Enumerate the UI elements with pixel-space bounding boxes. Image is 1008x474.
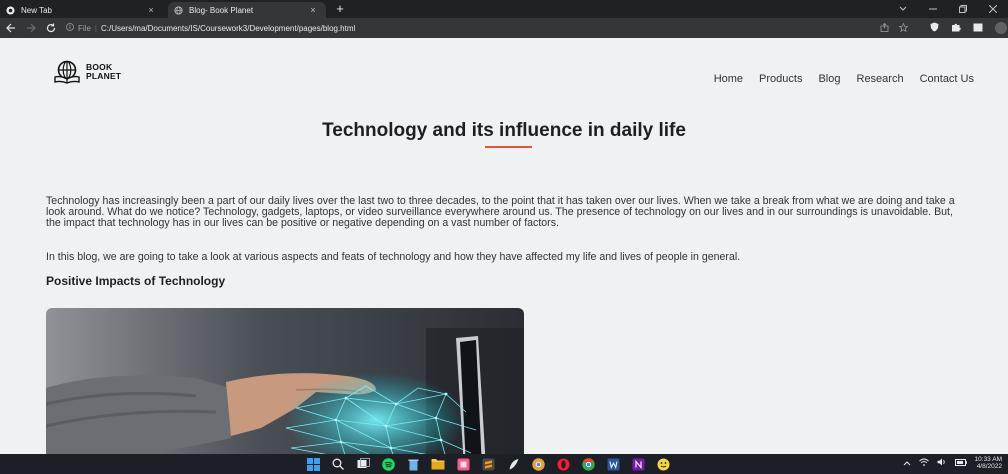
chrome-icon [6, 5, 15, 15]
intro-paragraph: Technology has increasingly been a part … [46, 195, 955, 229]
page-viewport: BOOK PLANET Home Products Blog Research … [0, 38, 1008, 454]
nav-link-home[interactable]: Home [714, 73, 743, 85]
extensions-area [930, 22, 1007, 34]
reload-icon[interactable] [42, 19, 60, 37]
restore-icon[interactable] [948, 0, 978, 18]
main-nav: Home Products Blog Research Contact Us [714, 73, 974, 85]
tab-title: New Tab [21, 5, 52, 15]
url-text[interactable]: C:/Users/ma/Documents/IS/Coursework3/Dev… [101, 24, 355, 33]
battery-icon[interactable] [954, 458, 967, 468]
side-panel-icon[interactable] [973, 23, 983, 34]
section-heading: Positive Impacts of Technology [46, 274, 226, 288]
hero-image [46, 308, 524, 454]
opera-browser-icon[interactable] [555, 456, 571, 472]
google-chrome-icon[interactable] [580, 456, 596, 472]
globe-icon [174, 5, 183, 15]
windows-start-icon[interactable] [305, 456, 321, 472]
nav-link-contact-us[interactable]: Contact Us [920, 73, 974, 85]
puzzle-extensions-icon[interactable] [951, 22, 961, 34]
tab-search-icon[interactable] [888, 0, 918, 18]
taskbar-clock[interactable]: 10:33 AM 4/8/2022 [975, 456, 1002, 470]
page-title: Technology and its influence in daily li… [322, 120, 686, 141]
volume-icon[interactable] [937, 458, 947, 468]
back-arrow-icon[interactable] [2, 19, 20, 37]
nav-link-blog[interactable]: Blog [818, 73, 840, 85]
address-bar[interactable]: File | C:/Users/ma/Documents/IS/Coursewo… [66, 20, 916, 36]
close-window-icon[interactable] [978, 0, 1008, 18]
word-icon[interactable] [605, 456, 621, 472]
tab-blog[interactable]: Blog- Book Planet × [168, 2, 326, 18]
window-controls [888, 0, 1008, 18]
search-icon[interactable] [330, 456, 346, 472]
spotify-icon[interactable] [380, 456, 396, 472]
task-view-icon[interactable] [355, 456, 371, 472]
bookmark-star-icon[interactable] [898, 22, 909, 34]
logo-line-2: PLANET [86, 71, 122, 81]
system-tray: 10:33 AM 4/8/2022 [903, 456, 1002, 470]
browser-toolbar: File | C:/Users/ma/Documents/IS/Coursewo… [0, 18, 1008, 38]
chevron-up-icon[interactable] [903, 459, 911, 468]
taskbar-apps [305, 456, 671, 472]
site-logo[interactable]: BOOK PLANET [52, 60, 121, 84]
windows-taskbar: 10:33 AM 4/8/2022 [0, 454, 1008, 474]
share-icon[interactable] [880, 22, 889, 34]
logo-text: BOOK PLANET [86, 63, 121, 81]
sublime-text-icon[interactable] [480, 456, 496, 472]
globe-book-logo-icon [54, 60, 80, 84]
google-chrome-canary-icon[interactable] [530, 456, 546, 472]
tab-close-icon[interactable]: × [306, 5, 320, 15]
clock-time: 10:33 AM [974, 456, 1002, 463]
info-icon[interactable] [66, 23, 74, 33]
shield-extension-icon[interactable] [930, 22, 939, 34]
url-separator: | [94, 23, 97, 33]
onenote-icon[interactable] [630, 456, 646, 472]
new-tab-button[interactable]: + [332, 2, 348, 16]
nav-link-research[interactable]: Research [857, 73, 904, 85]
title-accent-underline [485, 146, 532, 148]
nav-link-products[interactable]: Products [759, 73, 802, 85]
forward-arrow-icon[interactable] [22, 19, 40, 37]
overview-paragraph: In this blog, we are going to take a loo… [46, 251, 741, 263]
tab-title: Blog- Book Planet [189, 5, 254, 15]
scheme-label: File [78, 23, 91, 33]
file-explorer-icon[interactable] [430, 456, 446, 472]
browser-tab-strip: New Tab × Blog- Book Planet × + [0, 0, 1008, 18]
emoji-app-icon[interactable] [655, 456, 671, 472]
feather-app-icon[interactable] [505, 456, 521, 472]
wifi-icon[interactable] [918, 458, 929, 468]
clock-date: 4/8/2022 [976, 463, 1002, 470]
recycle-bin-icon[interactable] [405, 456, 421, 472]
store-app-icon[interactable] [455, 456, 471, 472]
tab-new-tab[interactable]: New Tab × [6, 2, 164, 18]
minimize-icon[interactable] [918, 0, 948, 18]
profile-avatar[interactable] [995, 22, 1007, 34]
tab-close-icon[interactable]: × [144, 5, 158, 15]
